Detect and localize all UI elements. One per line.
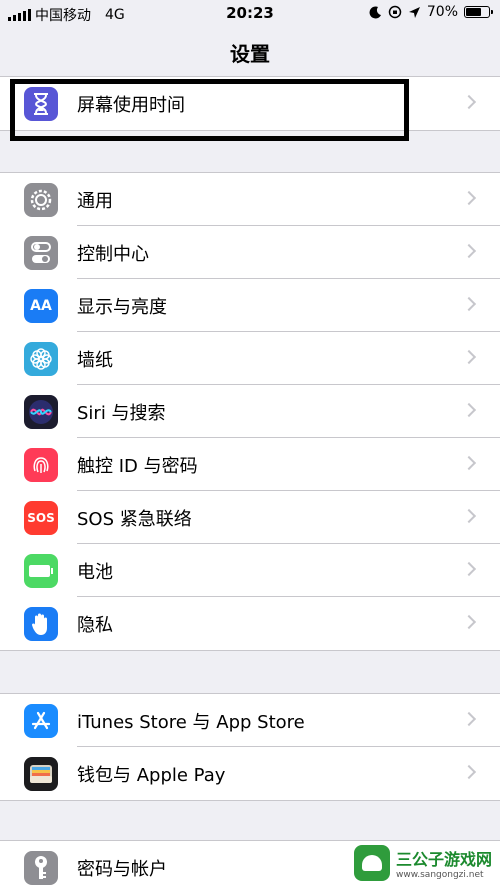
settings-row-general[interactable]: 通用 xyxy=(0,173,500,226)
settings-row-label: 密码与帐户 xyxy=(77,858,167,880)
watermark-title: 三公子游戏网 xyxy=(396,850,493,869)
settings-row-siri[interactable]: Siri 与搜索 xyxy=(0,385,500,438)
fingerprint-icon xyxy=(24,448,58,482)
status-bar: 中国移动 4G 20:23 70% xyxy=(0,0,500,28)
chevron-right-icon xyxy=(461,402,477,418)
chevron-right-icon xyxy=(461,764,477,780)
chevron-right-icon xyxy=(461,296,477,312)
settings-row-wallet[interactable]: 钱包与 Apple Pay xyxy=(0,747,500,800)
watermark-url: www.sangongzi.net xyxy=(396,870,484,880)
settings-row-label: iTunes Store 与 App Store xyxy=(77,711,305,733)
watermark: 三公子游戏网 www.sangongzi.net xyxy=(354,841,494,885)
sos-icon: SOS xyxy=(24,501,58,535)
settings-row-label: 触控 ID 与密码 xyxy=(77,455,198,477)
key-icon xyxy=(24,851,58,885)
wallet-icon xyxy=(24,757,58,791)
sos-glyph: SOS xyxy=(27,511,55,525)
settings-row-label: 显示与亮度 xyxy=(77,296,167,318)
chevron-right-icon xyxy=(461,455,477,471)
chevron-right-icon xyxy=(461,561,477,577)
chevron-right-icon xyxy=(461,711,477,727)
settings-row-sos[interactable]: SOS SOS 紧急联络 xyxy=(0,491,500,544)
watermark-text: 三公子游戏网 www.sangongzi.net xyxy=(396,846,492,880)
battery-percent: 70% xyxy=(426,4,458,20)
settings-row-touch-id[interactable]: 触控 ID 与密码 xyxy=(0,438,500,491)
orientation-lock-icon xyxy=(388,5,402,19)
settings-row-display[interactable]: AA 显示与亮度 xyxy=(0,279,500,332)
settings-row-app-store[interactable]: iTunes Store 与 App Store xyxy=(0,694,500,747)
page-title: 设置 xyxy=(230,42,270,66)
display-aa-icon: AA xyxy=(24,289,58,323)
toggles-icon xyxy=(24,236,58,270)
chevron-right-icon xyxy=(461,349,477,365)
siri-icon xyxy=(24,395,58,429)
moon-icon xyxy=(369,5,381,18)
highlight-box xyxy=(10,79,409,141)
settings-row-label: 隐私 xyxy=(77,614,113,636)
watermark-logo-icon xyxy=(354,845,390,881)
settings-group-stores: iTunes Store 与 App Store 钱包与 Apple Pay xyxy=(0,693,500,801)
battery-icon xyxy=(464,6,493,18)
settings-group-general: 通用 控制中心 AA 显示与亮度 墙纸 Siri 与搜索 触控 ID 与密码 S… xyxy=(0,172,500,651)
settings-row-label: SOS 紧急联络 xyxy=(77,508,192,530)
hand-icon xyxy=(24,607,58,641)
location-icon xyxy=(408,6,420,18)
settings-row-label: 电池 xyxy=(77,561,113,583)
settings-row-control-center[interactable]: 控制中心 xyxy=(0,226,500,279)
settings-row-label: 通用 xyxy=(77,190,113,212)
settings-row-wallpaper[interactable]: 墙纸 xyxy=(0,332,500,385)
status-right: 70% xyxy=(369,4,493,20)
gear-icon xyxy=(24,183,58,217)
chevron-right-icon xyxy=(461,243,477,259)
settings-row-label: 墙纸 xyxy=(77,349,113,371)
chevron-right-icon xyxy=(461,94,477,110)
settings-row-label: Siri 与搜索 xyxy=(77,402,166,424)
chevron-right-icon xyxy=(461,508,477,524)
settings-row-label: 控制中心 xyxy=(77,243,149,265)
display-aa-glyph: AA xyxy=(30,298,52,314)
chevron-right-icon xyxy=(461,614,477,630)
battery-setting-icon xyxy=(24,554,58,588)
settings-row-battery[interactable]: 电池 xyxy=(0,544,500,597)
settings-row-label: 钱包与 Apple Pay xyxy=(77,764,226,786)
app-store-icon xyxy=(24,704,58,738)
flower-icon xyxy=(24,342,58,376)
chevron-right-icon xyxy=(461,190,477,206)
settings-row-privacy[interactable]: 隐私 xyxy=(0,597,500,650)
